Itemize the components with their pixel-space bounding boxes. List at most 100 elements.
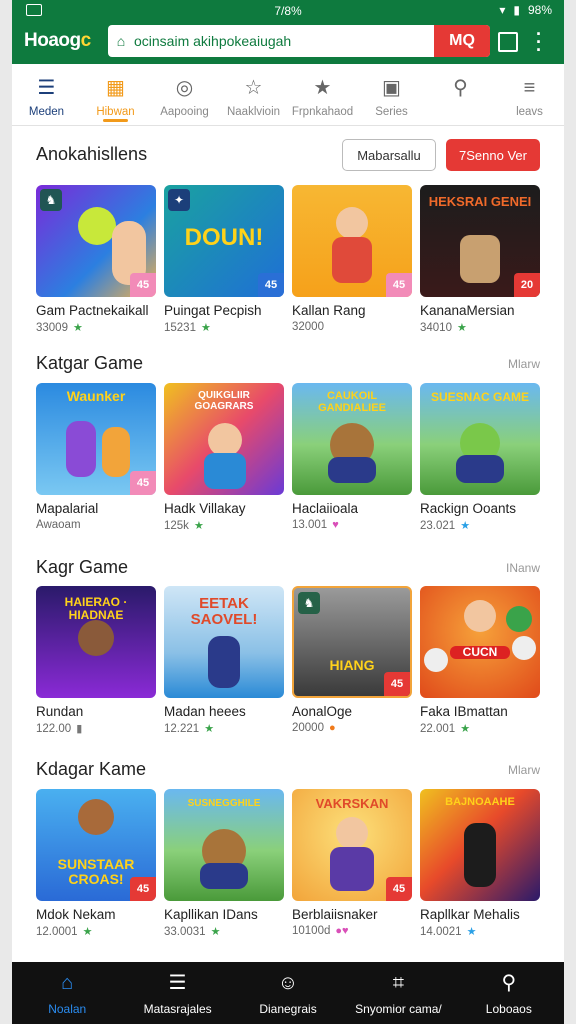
game-card[interactable]: DOUN! ✦ 45 Puingat Pecpish 15231 ★ (164, 185, 284, 334)
ball-icon: ● (328, 722, 336, 734)
heart-icon: ●♥ (335, 925, 349, 937)
tab-0[interactable]: ☰ Meden (12, 64, 81, 125)
status-bar: 7/8% ▾ ▮ 98% (12, 0, 564, 22)
tab-4[interactable]: ★ Frpnkahaod (288, 64, 357, 125)
game-card[interactable]: HAIERAO · HIADNAE Rundan 122.00 ▮ (36, 586, 156, 735)
tab-1[interactable]: ▦ Hibwan (81, 64, 150, 125)
status-right: ▾ ▮ 98% (499, 3, 552, 17)
tab-search[interactable]: ⚲ (426, 64, 495, 125)
list-icon: ☰ (168, 972, 187, 994)
game-thumbnail: 45 (292, 185, 412, 297)
see-all-link[interactable]: INanw (506, 561, 540, 575)
game-card[interactable]: HIANG ♞ 45 AonalOge 20000 ● (292, 586, 412, 735)
game-name: Faka IBmattan (420, 704, 508, 719)
tab-3[interactable]: ☆ Naaklvioin (219, 64, 288, 125)
game-meta: 14.0021 ★ (420, 925, 477, 939)
rating-badge: 45 (258, 273, 284, 297)
search-input[interactable] (134, 33, 424, 49)
game-thumbnail: SUNSTAAR CROAS! 45 (36, 789, 156, 901)
main-content: Anokahisllens Mabarsallu 7Senno Ver ♞ 45… (12, 127, 564, 962)
nav-profile[interactable]: ☺ Dianegrais (233, 962, 343, 1024)
rating-badge: 20 (514, 273, 540, 297)
star-icon: ★ (460, 723, 471, 735)
window-icon[interactable] (498, 32, 518, 52)
game-name: Gam Pactnekaikall (36, 303, 149, 318)
game-card[interactable]: HEKSRAI GENEI 20 KananaMersian 34010 ★ (420, 185, 540, 334)
game-card[interactable]: CUCN Faka IBmattan 22.001 ★ (420, 586, 540, 735)
game-thumbnail: CUCN (420, 586, 540, 698)
game-card[interactable]: SUNSTAAR CROAS! 45 Mdok Nekam 12.0001 ★ (36, 789, 156, 938)
game-thumbnail: HAIERAO · HIADNAE (36, 586, 156, 698)
thumb-title: Waunker (66, 388, 126, 404)
rating-badge: 45 (130, 273, 156, 297)
game-meta: 10100d ●♥ (292, 925, 349, 937)
game-name: Rapllkar Mehalis (420, 907, 520, 922)
tag-icon: ⌗ (392, 972, 405, 994)
app-logo[interactable]: Hoaogc (24, 30, 91, 52)
battery-icon: ▮ (513, 3, 520, 17)
card-icon: ▣ (382, 77, 401, 99)
thumb-title: DOUN! (184, 224, 264, 251)
game-name: Mdok Nekam (36, 907, 116, 922)
search-box[interactable]: ⌂ MQ (108, 25, 490, 57)
game-name: Haclaiioala (292, 501, 359, 516)
game-thumbnail: VAKRSKAN 45 (292, 789, 412, 901)
hamburger-icon: ≡ (523, 77, 536, 99)
game-thumbnail: CAUKOIL GANDIALIEE (292, 383, 412, 495)
section-1: Katgar Game Mlarw Waunker 45 Mapalarial … (12, 337, 564, 542)
tab-2[interactable]: ◎ Aapooing (150, 64, 219, 125)
frame-left (0, 0, 12, 1024)
game-card[interactable]: SUSNEGGHILE Kapllikan IDans 33.0031 ★ (164, 789, 284, 938)
more-vert-icon[interactable]: · · · (532, 25, 546, 59)
game-meta: Awaoam (36, 519, 81, 531)
game-name: Berblaiisnaker (292, 907, 378, 922)
game-card[interactable]: Waunker 45 Mapalarial Awaoam (36, 383, 156, 532)
game-thumbnail: Waunker 45 (36, 383, 156, 495)
game-name: Rundan (36, 704, 84, 719)
nav-tags[interactable]: ⌗ Snyomior cama/ (343, 962, 453, 1024)
game-card[interactable]: QUIKGLIIR GOAGRARS Hadk Villakay 125k ★ (164, 383, 284, 532)
game-card[interactable]: EETAK SAOVEL! Madan heees 12.221 ★ (164, 586, 284, 735)
person-icon: ☺ (277, 972, 299, 994)
tab-5[interactable]: ▣ Series (357, 64, 426, 125)
tab-7[interactable]: ≡ leavs (495, 64, 564, 125)
game-name: Puingat Pecpish (164, 303, 262, 318)
game-thumbnail: QUIKGLIIR GOAGRARS (164, 383, 284, 495)
game-meta: 22.001 ★ (420, 722, 471, 736)
game-card[interactable]: CAUKOIL GANDIALIEE Haclaiioala 13.001 ♥ (292, 383, 412, 532)
filter-red-button[interactable]: 7Senno Ver (446, 139, 540, 171)
game-card[interactable]: ♞ 45 Gam Pactnekaikall 33009 ★ (36, 185, 156, 334)
section-0: Anokahisllens Mabarsallu 7Senno Ver ♞ 45… (12, 127, 564, 337)
star-icon: ★ (466, 926, 477, 938)
nav-list[interactable]: ☰ Matasrajales (122, 962, 232, 1024)
game-thumbnail: SUESNAC GAME (420, 383, 540, 495)
filter-outline-button[interactable]: Mabarsallu (342, 139, 436, 171)
nav-search[interactable]: ⚲ Loboaos (454, 962, 564, 1024)
see-all-link[interactable]: Mlarw (508, 357, 540, 371)
rating-badge: 45 (386, 877, 412, 901)
thumb-title: HEKSRAI GENEI (428, 194, 532, 209)
search-button[interactable]: MQ (434, 25, 490, 57)
game-meta: 12.221 ★ (164, 722, 215, 736)
game-card[interactable]: SUESNAC GAME Rackign Ooants 23.021 ★ (420, 383, 540, 532)
rating-badge: 45 (130, 877, 156, 901)
star-icon: ★ (313, 77, 332, 99)
section-title: Kdagar Kame (36, 759, 147, 779)
game-meta: 12.0001 ★ (36, 925, 93, 939)
see-all-link[interactable]: Mlarw (508, 763, 540, 777)
game-card[interactable]: BAJNOAAHE Rapllkar Mehalis 14.0021 ★ (420, 789, 540, 938)
game-meta: 20000 ● (292, 722, 336, 734)
game-name: Kallan Rang (292, 303, 366, 318)
game-thumbnail: BAJNOAAHE (420, 789, 540, 901)
game-name: Rackign Ooants (420, 501, 517, 516)
game-name: AonalOge (292, 704, 353, 719)
section-title: Kagr Game (36, 557, 129, 577)
section-2: Kagr Game INanw HAIERAO · HIADNAE Rundan… (12, 542, 564, 747)
star-icon: ★ (82, 926, 93, 938)
thumb-title: CAUKOIL GANDIALIEE (318, 390, 386, 414)
nav-home[interactable]: ⌂ Noalan (12, 962, 122, 1024)
game-card[interactable]: 45 Kallan Rang 32000 (292, 185, 412, 334)
search-icon: ⚲ (453, 77, 468, 99)
game-card[interactable]: VAKRSKAN 45 Berblaiisnaker 10100d ●♥ (292, 789, 412, 938)
search-icon: ⚲ (501, 972, 517, 994)
